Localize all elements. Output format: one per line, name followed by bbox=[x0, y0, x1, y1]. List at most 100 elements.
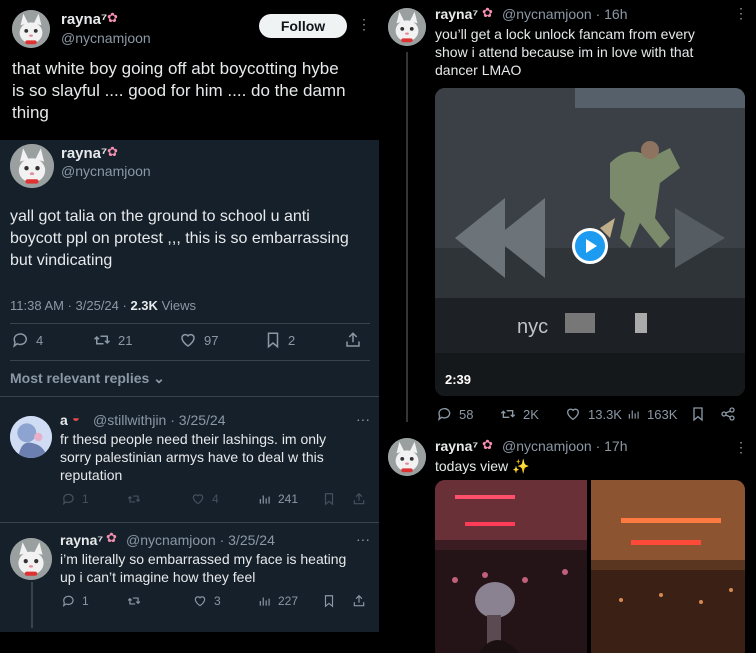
like-button[interactable]: 4 bbox=[190, 492, 219, 506]
reply-line: sorry palestinian armys have to deal w t… bbox=[60, 449, 324, 465]
user-avatar[interactable] bbox=[388, 8, 426, 46]
like-button[interactable]: 3 bbox=[192, 594, 221, 608]
chevron-down-icon: ⌄ bbox=[153, 370, 165, 386]
retweet-button[interactable] bbox=[126, 492, 142, 506]
author-name[interactable]: a bbox=[60, 412, 68, 428]
user-avatar[interactable] bbox=[12, 10, 50, 48]
author-handle[interactable]: @nycnamjoon bbox=[61, 30, 151, 46]
heart-icon bbox=[566, 408, 580, 421]
tweet-line: todays view ✨ bbox=[435, 458, 530, 474]
more-options-icon[interactable]: ⋮ bbox=[734, 440, 748, 454]
follow-button[interactable]: Follow bbox=[259, 14, 347, 38]
author-handle[interactable]: @nycnamjoon · 17h bbox=[502, 438, 628, 454]
user-avatar[interactable] bbox=[10, 144, 54, 188]
share-button[interactable] bbox=[352, 492, 366, 506]
watermelon-icon: ◒ bbox=[72, 410, 80, 425]
author-name[interactable]: rayna⁷ bbox=[61, 145, 107, 162]
views-button[interactable]: 227 bbox=[258, 594, 298, 608]
timestamp[interactable]: 11:38 AM · 3/25/24 · bbox=[10, 298, 127, 313]
divider bbox=[10, 360, 370, 361]
bookmark-icon bbox=[693, 407, 703, 422]
views-button[interactable]: 241 bbox=[258, 492, 298, 506]
views-icon bbox=[259, 495, 270, 504]
views-count: 227 bbox=[278, 594, 299, 608]
heart-icon bbox=[181, 333, 195, 347]
tweet-line: but vindicating bbox=[10, 252, 113, 269]
more-options-icon[interactable]: ··· bbox=[356, 412, 370, 426]
reply-button[interactable]: 1 bbox=[62, 492, 89, 506]
quote-tweet-panel: rayna⁷ ✿ @nycnamjoon Follow ⋮ that white… bbox=[0, 0, 379, 140]
share-button[interactable] bbox=[352, 594, 366, 608]
bookmark-button[interactable]: 2 bbox=[264, 331, 295, 349]
views-icon bbox=[628, 410, 639, 419]
views-icon bbox=[259, 597, 270, 606]
photo-2[interactable] bbox=[591, 480, 745, 653]
tweet-line: show i attend because im in love with th… bbox=[435, 44, 694, 60]
tweet-line: boycott ppl on protest ,,, this is so em… bbox=[10, 230, 349, 247]
lotus-icon: ✿ bbox=[482, 437, 493, 452]
views-label: Views bbox=[161, 298, 197, 313]
like-count: 13.3K bbox=[588, 406, 622, 422]
retweet-button[interactable]: 2K bbox=[499, 406, 539, 422]
user-avatar[interactable] bbox=[388, 438, 426, 476]
share-button[interactable] bbox=[344, 331, 362, 349]
sort-replies-dropdown[interactable]: Most relevant replies ⌄ bbox=[10, 370, 165, 387]
divider bbox=[0, 396, 379, 397]
bookmark-count: 2 bbox=[288, 332, 296, 348]
lotus-icon: ✿ bbox=[106, 530, 117, 545]
lotus-icon: ✿ bbox=[107, 144, 118, 159]
tweet-text: todays view ✨ bbox=[435, 457, 529, 475]
divider bbox=[0, 522, 379, 523]
bookmark-button[interactable] bbox=[322, 594, 336, 608]
retweet-button[interactable] bbox=[126, 594, 142, 608]
author-handle[interactable]: @nycnamjoon · 3/25/24 bbox=[126, 532, 275, 548]
tweet-meta: 11:38 AM · 3/25/24 · 2.3K Views bbox=[10, 298, 196, 313]
author-name[interactable]: rayna⁷ bbox=[435, 438, 478, 454]
more-options-icon[interactable]: ··· bbox=[356, 532, 370, 546]
reply-button[interactable]: 1 bbox=[62, 594, 89, 608]
author-name[interactable]: rayna⁷ bbox=[60, 532, 103, 548]
profile-timeline-panel: rayna⁷ ✿ @nycnamjoon · 16h ⋮ you’ll get … bbox=[384, 0, 756, 653]
reply-count: 1 bbox=[82, 492, 89, 506]
reply-button[interactable]: 58 bbox=[437, 406, 473, 422]
reply-icon bbox=[13, 333, 27, 348]
author-handle[interactable]: @stillwithjin · 3/25/24 bbox=[93, 412, 226, 428]
tweet-text: that white boy going off abt boycotting … bbox=[12, 58, 346, 124]
reply-line: fr thesd people need their lashings. im … bbox=[60, 431, 327, 447]
more-options-icon[interactable]: ⋮ bbox=[734, 6, 748, 20]
like-button[interactable]: 97 bbox=[178, 331, 218, 349]
lotus-icon: ✿ bbox=[107, 10, 118, 25]
reply-text: fr thesd people need their lashings. im … bbox=[60, 430, 326, 484]
lotus-icon: ✿ bbox=[482, 5, 493, 20]
views-count: 2.3K bbox=[130, 298, 158, 313]
bookmark-icon bbox=[324, 595, 334, 608]
retweet-count: 2K bbox=[523, 406, 539, 422]
play-button[interactable] bbox=[572, 228, 608, 264]
author-name[interactable]: rayna⁷ bbox=[61, 11, 107, 28]
views-button[interactable]: 163K bbox=[627, 406, 677, 422]
thread-line bbox=[406, 52, 408, 422]
bookmark-button[interactable] bbox=[322, 492, 336, 506]
video-player[interactable]: nyc 2:39 bbox=[435, 88, 745, 396]
heart-icon bbox=[194, 596, 206, 607]
photo-1[interactable] bbox=[435, 480, 587, 653]
tweet-line: dancer LMAO bbox=[435, 62, 522, 78]
author-handle[interactable]: @nycnamjoon bbox=[61, 163, 151, 179]
divider bbox=[10, 323, 370, 324]
retweet-icon bbox=[127, 597, 141, 605]
reply-line: reputation bbox=[60, 467, 123, 483]
author-handle[interactable]: @nycnamjoon · 16h bbox=[502, 6, 628, 22]
bookmark-button[interactable] bbox=[690, 406, 706, 422]
more-options-icon[interactable]: ⋮ bbox=[357, 17, 371, 31]
user-avatar[interactable] bbox=[10, 416, 52, 458]
tweet-detail-panel: rayna⁷ ✿ @nycnamjoon yall got talia on t… bbox=[0, 140, 379, 632]
share-icon bbox=[721, 407, 735, 421]
like-button[interactable]: 13.3K bbox=[564, 406, 622, 422]
concert-photo bbox=[435, 480, 587, 653]
retweet-button[interactable]: 21 bbox=[92, 331, 132, 349]
user-avatar[interactable] bbox=[10, 538, 52, 580]
share-button[interactable] bbox=[720, 406, 736, 422]
reply-button[interactable]: 4 bbox=[12, 331, 43, 349]
author-name[interactable]: rayna⁷ bbox=[435, 6, 478, 22]
video-watermark: nyc bbox=[517, 316, 549, 338]
